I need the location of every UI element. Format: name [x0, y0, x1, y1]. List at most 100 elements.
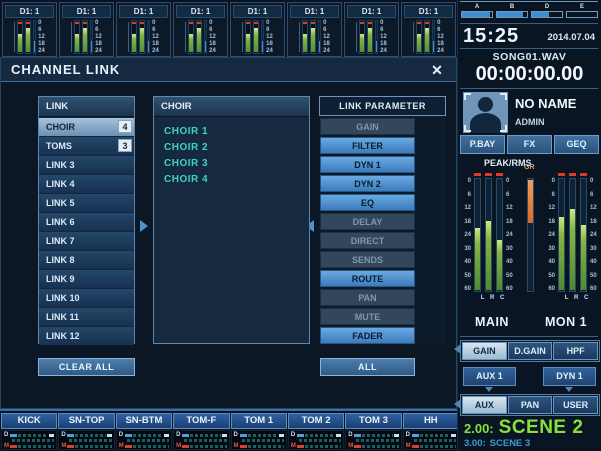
link-list-item[interactable]: LINK 8: [39, 251, 134, 269]
link-list-item[interactable]: LINK 7: [39, 232, 134, 250]
meter-grid: [299, 439, 341, 442]
next-scene[interactable]: 3.00: SCENE 3: [464, 438, 530, 449]
linked-channel-item[interactable]: CHOIR 4: [164, 172, 309, 188]
fx-button[interactable]: FX: [507, 135, 552, 154]
top-channel[interactable]: D1: 106121824: [401, 2, 456, 57]
top-channel[interactable]: D1: 106121824: [344, 2, 399, 57]
bottom-channel[interactable]: TOM 3DM: [345, 413, 401, 450]
param-button-mute[interactable]: MUTE: [320, 308, 415, 325]
user-button[interactable]: USER: [553, 396, 598, 414]
top-channel[interactable]: D1: 106121824: [116, 2, 171, 57]
linked-channel-item[interactable]: CHOIR 2: [164, 140, 309, 156]
gain-reduction-label: GR: [524, 164, 535, 171]
top-channel[interactable]: D1: 106121824: [2, 2, 57, 57]
param-button-pan[interactable]: PAN: [320, 289, 415, 306]
aux-button[interactable]: AUX: [462, 396, 507, 414]
song-title: SONG01.WAV: [458, 51, 601, 63]
avatar-silhouette-icon: [478, 97, 493, 112]
link-list-item[interactable]: LINK 5: [39, 194, 134, 212]
link-list-item[interactable]: CHOIR4: [39, 118, 134, 136]
top-channel[interactable]: D1: 106121824: [173, 2, 228, 57]
clip-indicator: [254, 22, 258, 24]
link-list-item[interactable]: LINK 10: [39, 289, 134, 307]
memory-slot-indicators: ABDE: [461, 4, 598, 21]
top-channel-label: D1: 1: [347, 5, 396, 18]
param-button-route[interactable]: ROUTE: [320, 270, 415, 287]
bottom-channel[interactable]: SN-BTMDM: [116, 413, 172, 450]
param-button-dyn-1[interactable]: DYN 1: [320, 156, 415, 173]
scale-tick: 12: [462, 205, 471, 211]
scale-tick: 6: [437, 27, 444, 33]
param-button-fader[interactable]: FADER: [320, 327, 415, 344]
mute-indicator: [240, 445, 247, 448]
link-name: LINK 4: [46, 175, 134, 193]
scale-tick: 12: [38, 34, 45, 40]
param-button-direct[interactable]: DIRECT: [320, 232, 415, 249]
bottom-channel[interactable]: TOM-FDM: [173, 413, 229, 450]
linked-channel-item[interactable]: CHOIR 3: [164, 156, 309, 172]
memory-slot-bar: [531, 11, 563, 18]
pbay-button[interactable]: P.BAY: [460, 135, 505, 154]
bottom-channel[interactable]: SN-TOPDM: [58, 413, 114, 450]
hpf-button[interactable]: HPF: [553, 342, 598, 360]
bottom-channel[interactable]: KICKDM: [1, 413, 57, 450]
meter-grid: [69, 439, 111, 442]
mute-label: M: [61, 444, 66, 448]
all-button[interactable]: ALL: [320, 358, 415, 376]
bottom-channel[interactable]: TOM 2DM: [288, 413, 344, 450]
scale-tick: 0: [209, 20, 216, 26]
clip-indicator: [140, 22, 144, 24]
linked-channel-item[interactable]: CHOIR 1: [164, 124, 309, 140]
param-button-sends[interactable]: SENDS: [320, 251, 415, 268]
gate-meter: [204, 20, 207, 54]
meter-tick: [107, 434, 112, 437]
link-list-item[interactable]: LINK 12: [39, 327, 134, 345]
scale-tick: 6: [209, 27, 216, 33]
memory-slot-label: B: [496, 4, 528, 11]
clear-all-button[interactable]: CLEAR ALL: [38, 358, 135, 376]
link-list-item[interactable]: TOMS3: [39, 137, 134, 155]
aux-1-button[interactable]: AUX 1: [463, 367, 516, 386]
scale-tick: 6: [95, 27, 102, 33]
param-button-delay[interactable]: DELAY: [320, 213, 415, 230]
link-list-item[interactable]: LINK 11: [39, 308, 134, 326]
link-name: LINK 10: [46, 289, 134, 307]
bottom-channel[interactable]: TOM 1DM: [231, 413, 287, 450]
param-button-filter[interactable]: FILTER: [320, 137, 415, 154]
geq-button[interactable]: GEQ: [554, 135, 599, 154]
clip-indicator: [189, 22, 193, 24]
aux-dyn-row: AUX 1 DYN 1: [463, 367, 596, 386]
meter-fill: [368, 28, 372, 52]
current-scene[interactable]: 2.00: SCENE 2: [464, 417, 583, 439]
link-list-item[interactable]: LINK 4: [39, 175, 134, 193]
link-list-item[interactable]: LINK 6: [39, 213, 134, 231]
dyn-1-button[interactable]: DYN 1: [543, 367, 596, 386]
level-meter: [416, 20, 422, 54]
pan-button[interactable]: PAN: [508, 396, 553, 414]
meter-fill: [91, 41, 92, 52]
bottom-channel[interactable]: HHDM: [403, 413, 459, 450]
top-channel[interactable]: D1: 106121824: [230, 2, 285, 57]
close-icon[interactable]: ✕: [428, 61, 446, 79]
scale-tick: 50: [546, 273, 555, 279]
param-button-dyn-2[interactable]: DYN 2: [320, 175, 415, 192]
gain-button[interactable]: GAIN: [462, 342, 507, 360]
memory-slot-a: A: [461, 4, 493, 21]
scale-tick: 24: [546, 232, 555, 238]
divider: [460, 48, 598, 49]
clip-indicator: [83, 22, 87, 24]
meter-grid: [75, 445, 111, 448]
param-button-gain[interactable]: GAIN: [320, 118, 415, 135]
memory-slot-bar: [496, 11, 528, 18]
scale-tick: 12: [437, 34, 444, 40]
scale-tick: 30: [590, 246, 599, 252]
top-channel[interactable]: D1: 106121824: [287, 2, 342, 57]
param-button-eq[interactable]: EQ: [320, 194, 415, 211]
top-channel[interactable]: D1: 106121824: [59, 2, 114, 57]
d-gain-button[interactable]: D.GAIN: [508, 342, 553, 360]
link-list-item[interactable]: LINK 9: [39, 270, 134, 288]
top-channel-meter: 06121824: [288, 20, 341, 54]
timecode: 00:00:00.00: [458, 63, 601, 86]
meter-tick: [451, 434, 456, 437]
link-list-item[interactable]: LINK 3: [39, 156, 134, 174]
